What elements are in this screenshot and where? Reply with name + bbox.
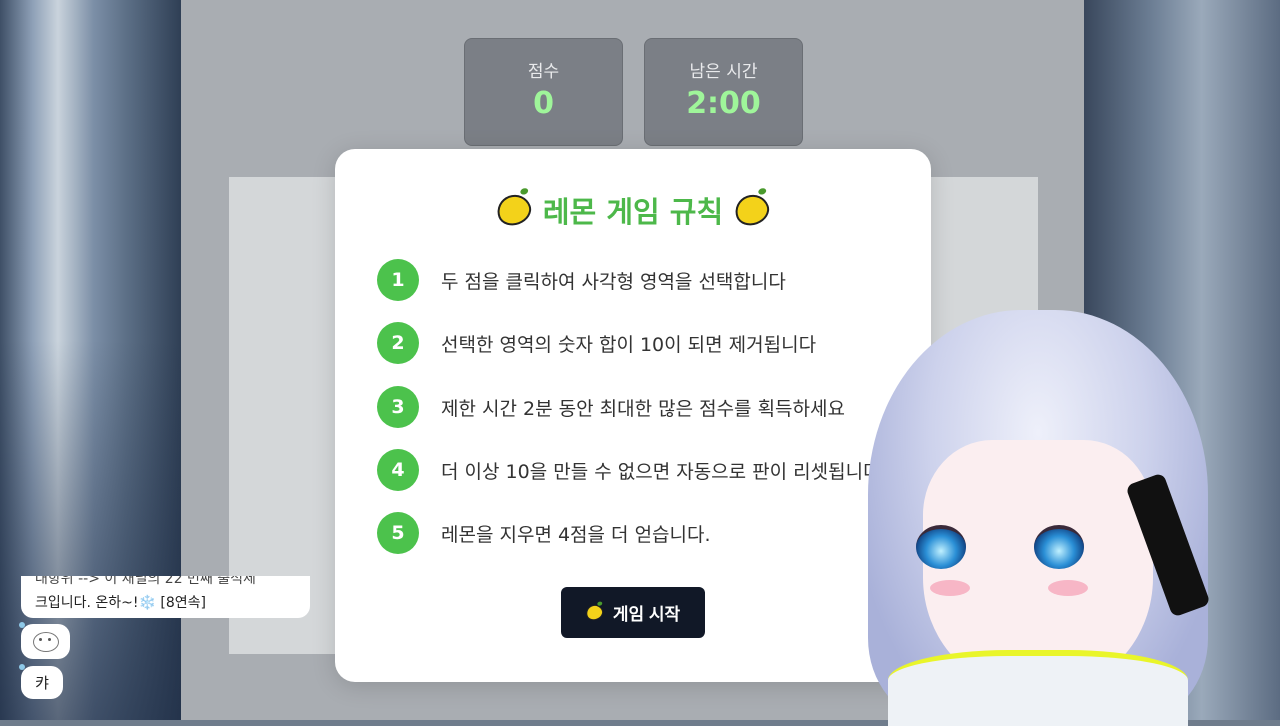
rule-text: 선택한 영역의 숫자 합이 10이 되면 제거됩니다	[441, 333, 817, 356]
rule-item: 1 두 점을 클릭하여 사각형 영역을 선택합니다	[377, 259, 786, 301]
rule-item: 3 제한 시간 2분 동안 최대한 많은 점수를 획득하세요	[377, 386, 845, 428]
rule-number: 1	[377, 259, 419, 301]
modal-title-text: 레몬 게임 규칙	[542, 195, 724, 229]
rule-text: 두 점을 클릭하여 사각형 영역을 선택합니다	[441, 270, 786, 293]
chat-emote	[19, 622, 70, 659]
score-label: 점수	[527, 62, 560, 82]
rule-text: 제한 시간 2분 동안 최대한 많은 점수를 획득하세요	[441, 397, 845, 420]
rule-item: 5 레몬을 지우면 4점을 더 얻습니다.	[377, 512, 711, 554]
chat-message-line: 크입니다. 온하~!❄️ [8연속]	[35, 595, 206, 611]
start-game-label: 게임 시작	[612, 605, 681, 624]
rule-text: 레몬을 지우면 4점을 더 얻습니다.	[441, 523, 711, 546]
avatar-collar	[888, 650, 1188, 726]
lemon-icon	[731, 190, 774, 230]
rule-item: 4 더 이상 10을 만들 수 없으면 자동으로 판이 리셋됩니다	[377, 449, 881, 491]
rule-number: 5	[377, 512, 419, 554]
lemon-icon	[492, 190, 535, 230]
avatar-blush	[930, 580, 970, 596]
lemon-icon	[583, 602, 605, 623]
score-box: 점수 0	[464, 38, 623, 146]
rules-modal: 레몬 게임 규칙 1 두 점을 클릭하여 사각형 영역을 선택합니다 2 선택한…	[335, 149, 931, 682]
rule-number: 2	[377, 322, 419, 364]
chat-message-short: 캬	[19, 664, 63, 699]
avatar-eye	[916, 525, 966, 569]
timer-label: 남은 시간	[689, 62, 758, 82]
avatar-eye	[1034, 525, 1084, 569]
rule-text: 더 이상 10을 만들 수 없으면 자동으로 판이 리셋됩니다	[441, 460, 881, 483]
modal-title: 레몬 게임 규칙	[335, 189, 931, 231]
emote-face-icon	[32, 631, 59, 652]
rule-number: 3	[377, 386, 419, 428]
score-value: 0	[533, 86, 554, 121]
timer-box: 남은 시간 2:00	[644, 38, 803, 146]
chat-message-text: 캬	[35, 674, 49, 692]
chat-message-line: 대항위 --> 이 채널의 22 번째 출석체	[35, 576, 256, 587]
rule-number: 4	[377, 449, 419, 491]
vtuber-avatar	[848, 310, 1280, 726]
timer-value: 2:00	[686, 86, 761, 121]
rule-item: 2 선택한 영역의 숫자 합이 10이 되면 제거됩니다	[377, 322, 816, 364]
chat-message: 대항위 --> 이 채널의 22 번째 출석체 크입니다. 온하~!❄️ [8연…	[21, 576, 310, 618]
avatar-blush	[1048, 580, 1088, 596]
start-game-button[interactable]: 게임 시작	[561, 587, 705, 638]
